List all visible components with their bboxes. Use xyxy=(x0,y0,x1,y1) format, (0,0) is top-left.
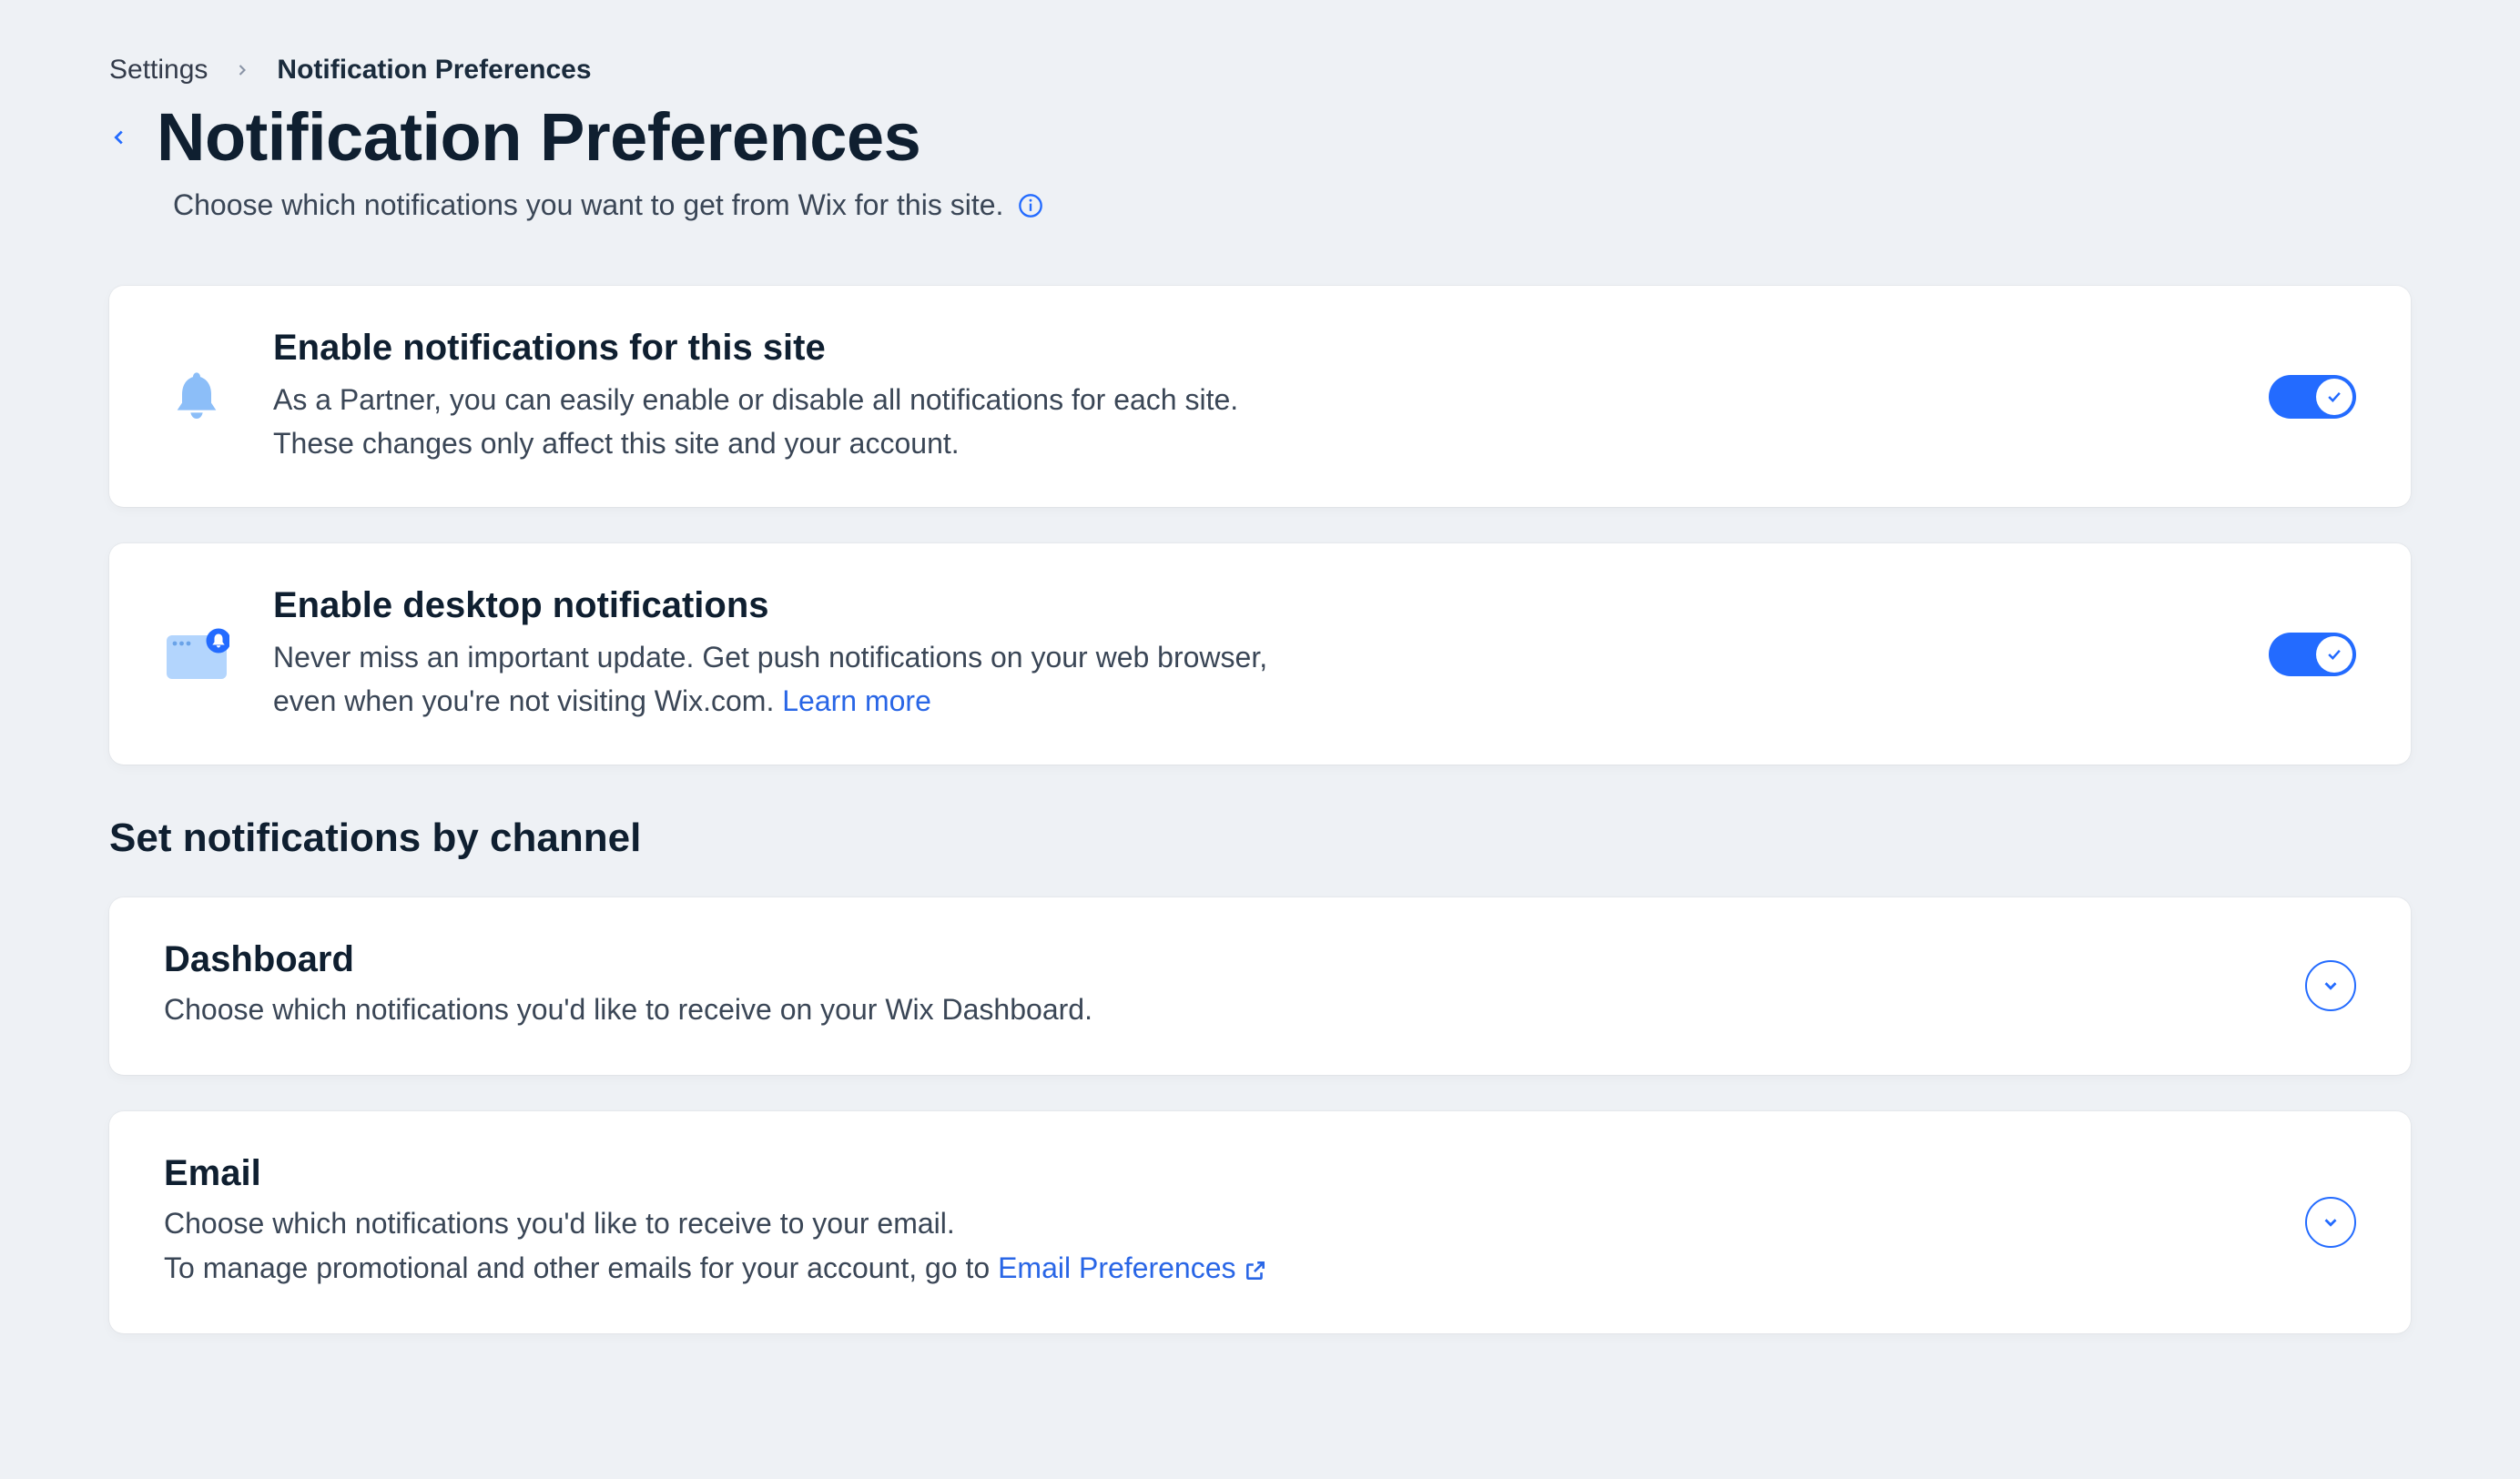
email-preferences-link[interactable]: Email Preferences xyxy=(998,1251,1266,1284)
bell-icon xyxy=(164,364,229,430)
breadcrumb-root[interactable]: Settings xyxy=(109,55,208,86)
channel-heading: Email xyxy=(164,1153,2305,1194)
card-desc-line2-prefix: even when you're not visiting Wix.com. xyxy=(273,684,782,717)
external-link-icon xyxy=(1244,1259,1267,1282)
channel-desc: Choose which notifications you'd like to… xyxy=(164,988,2305,1033)
back-button[interactable] xyxy=(109,127,129,147)
page-title: Notification Preferences xyxy=(157,98,920,176)
channel-heading: Dashboard xyxy=(164,939,2305,980)
toggle-knob xyxy=(2316,379,2352,415)
page-subtitle: Choose which notifications you want to g… xyxy=(173,188,1003,222)
channels-section-title: Set notifications by channel xyxy=(109,815,2411,861)
card-desc-line2: These changes only affect this site and … xyxy=(273,427,960,460)
channel-desc1: Choose which notifications you'd like to… xyxy=(164,1207,955,1240)
card-heading: Enable desktop notifications xyxy=(273,585,2225,626)
learn-more-link[interactable]: Learn more xyxy=(782,684,931,717)
browser-notification-icon xyxy=(164,622,229,687)
site-notifications-toggle[interactable] xyxy=(2269,375,2356,419)
breadcrumb-current: Notification Preferences xyxy=(277,55,591,86)
card-desc-line1: Never miss an important update. Get push… xyxy=(273,641,1267,674)
card-desc-line1: As a Partner, you can easily enable or d… xyxy=(273,383,1238,416)
toggle-knob xyxy=(2316,636,2352,673)
enable-desktop-notifications-card: Enable desktop notifications Never miss … xyxy=(109,543,2411,765)
desktop-notifications-toggle[interactable] xyxy=(2269,633,2356,676)
card-heading: Enable notifications for this site xyxy=(273,328,2225,369)
breadcrumb: Settings Notification Preferences xyxy=(109,55,2411,86)
info-icon[interactable] xyxy=(1018,193,1043,218)
channel-dashboard-card: Dashboard Choose which notifications you… xyxy=(109,897,2411,1075)
channel-desc2-prefix: To manage promotional and other emails f… xyxy=(164,1251,998,1284)
expand-dashboard-button[interactable] xyxy=(2305,960,2356,1011)
chevron-right-icon xyxy=(233,61,251,79)
enable-site-notifications-card: Enable notifications for this site As a … xyxy=(109,286,2411,507)
expand-email-button[interactable] xyxy=(2305,1197,2356,1248)
channel-email-card: Email Choose which notifications you'd l… xyxy=(109,1111,2411,1333)
